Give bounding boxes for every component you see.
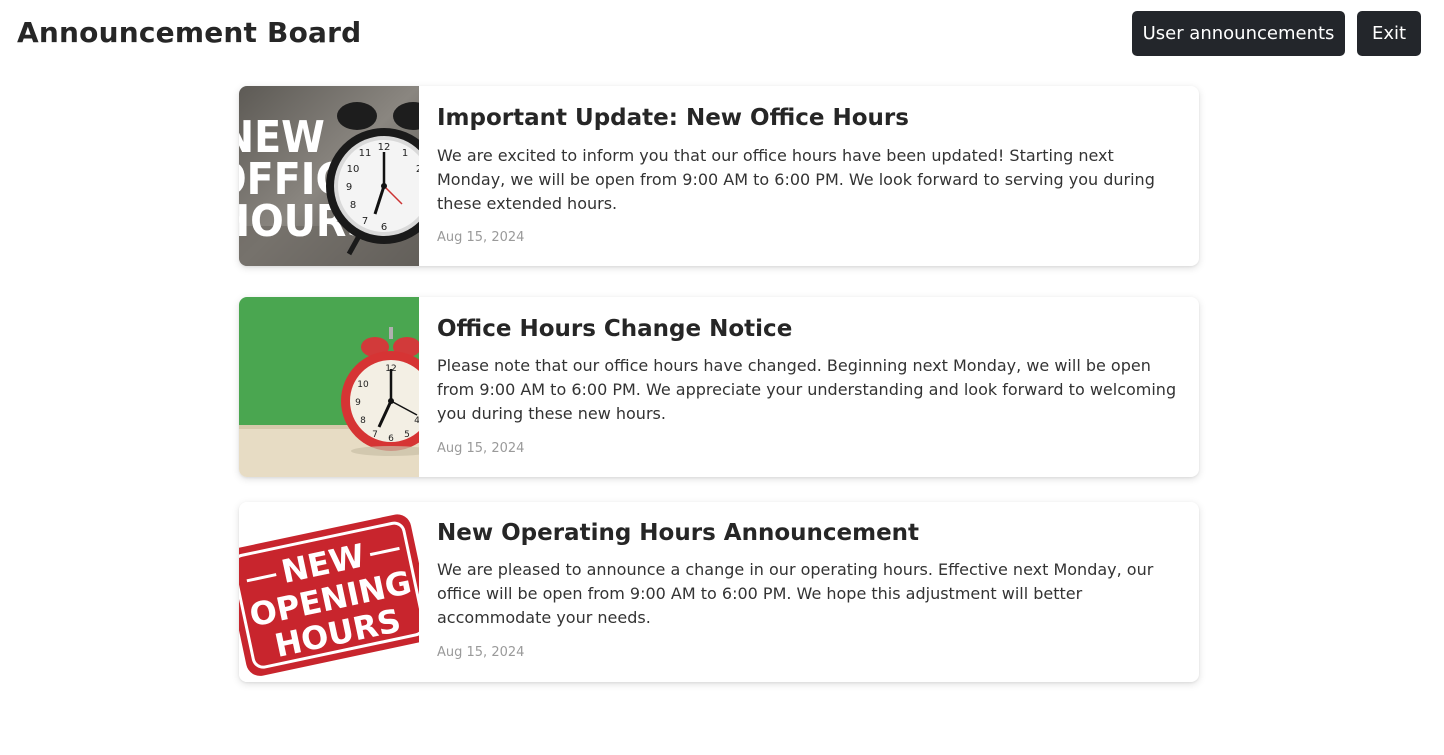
announcement-title: Office Hours Change Notice [437, 316, 793, 342]
svg-text:1: 1 [402, 148, 408, 159]
svg-text:12: 12 [378, 142, 391, 153]
announcement-date: Aug 15, 2024 [437, 441, 525, 456]
announcement-date: Aug 15, 2024 [437, 645, 525, 660]
announcement-card[interactable]: NEW OPENING HOURS New Operating Hours An… [239, 502, 1199, 682]
announcement-text: We are excited to inform you that our of… [437, 146, 1155, 213]
announcement-title: New Operating Hours Announcement [437, 520, 920, 546]
announcement-image-opening-hours-stamp: NEW OPENING HOURS [239, 502, 419, 682]
announcement-image-red-clock: 12 10 9 8 7 6 5 4 [239, 297, 419, 477]
svg-text:5: 5 [404, 430, 410, 440]
announcement-card[interactable]: 12 10 9 8 7 6 5 4 Office Hours Change No… [239, 297, 1199, 477]
svg-text:8: 8 [350, 200, 356, 211]
announcement-text: Please note that our office hours have c… [437, 356, 1177, 423]
svg-text:2: 2 [416, 164, 419, 175]
user-announcements-button[interactable]: User announcements [1132, 11, 1345, 56]
svg-text:11: 11 [359, 148, 372, 159]
announcement-image-alarm-clock: NEW OFFICE HOURS 12 1 2 9 10 11 8 7 6 [239, 86, 419, 266]
page-title: Announcement Board [17, 16, 362, 49]
svg-text:9: 9 [355, 398, 361, 408]
svg-text:6: 6 [381, 222, 387, 233]
announcement-date: Aug 15, 2024 [437, 230, 525, 245]
svg-text:8: 8 [360, 416, 366, 426]
announcement-title: Important Update: New Office Hours [437, 105, 909, 131]
announcement-text: We are pleased to announce a change in o… [437, 560, 1154, 627]
header-bar: Announcement Board User announcements Ex… [0, 0, 1444, 70]
svg-text:7: 7 [372, 430, 378, 440]
announcement-card[interactable]: NEW OFFICE HOURS 12 1 2 9 10 11 8 7 6 [239, 86, 1199, 266]
svg-text:7: 7 [362, 216, 368, 227]
svg-text:6: 6 [388, 434, 394, 444]
svg-text:4: 4 [414, 416, 419, 426]
exit-button[interactable]: Exit [1357, 11, 1421, 56]
svg-text:10: 10 [357, 380, 369, 390]
svg-text:9: 9 [346, 182, 352, 193]
svg-text:10: 10 [347, 164, 360, 175]
